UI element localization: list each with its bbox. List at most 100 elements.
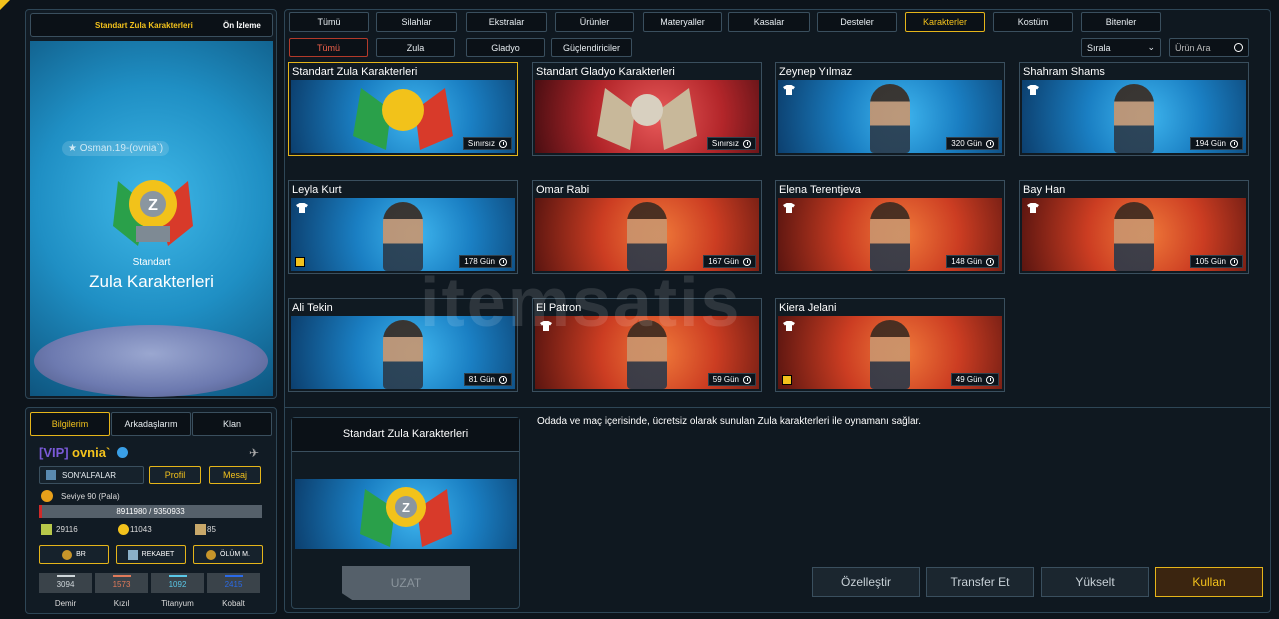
item-name: Standart Gladyo Karakterleri [536,66,675,78]
clock-icon [499,139,507,148]
category-tab[interactable]: Ürünler [555,12,634,32]
clock-icon [743,375,751,384]
action-button[interactable]: Özelleştir [812,567,920,597]
item-image: 178 Gün [291,198,515,271]
material-label: Demir [54,599,77,608]
plane-icon: ✈ [249,446,260,460]
clock-icon [986,139,994,148]
detail-card: Standart Zula Karakterleri Z UZAT [291,417,520,609]
item-image: 320 Gün [778,80,1002,153]
clock-icon [986,257,994,266]
rarity-icon [295,257,305,267]
material-bar [57,575,75,577]
tab-klan[interactable]: Klan [192,412,272,436]
item-card[interactable]: Omar Rabi 167 Gün [532,180,762,274]
token-value: 85 [207,525,216,534]
clan-name[interactable]: SON'ALFALAR [39,466,144,484]
shirt-icon [296,203,308,213]
category-tab[interactable]: Tümü [289,12,369,32]
search-input[interactable]: Ürün Ara [1175,43,1211,53]
material-value: 2415 [224,580,243,589]
character-portrait [870,84,910,153]
profile-panel: Bilgilerim Arkadaşlarım Klan [VIP] ovnia… [25,407,277,614]
shirt-icon [783,321,795,331]
extend-label: UZAT [390,576,422,590]
item-card[interactable]: Zeynep Yılmaz 320 Gün [775,62,1005,156]
item-image: 148 Gün [778,198,1002,271]
category-tab[interactable]: Silahlar [376,12,457,32]
category-tab[interactable]: Karakterler [905,12,985,32]
clock-icon [743,139,751,148]
category-tab[interactable]: Bitenler [1081,12,1161,32]
mode-rekabet[interactable]: REKABET [116,545,186,564]
item-card[interactable]: Elena Terentjeva 148 Gün [775,180,1005,274]
shirt-icon [783,85,795,95]
message-button[interactable]: Mesaj [209,466,261,484]
subcategory-tab[interactable]: Zula [376,38,455,57]
category-tab[interactable]: Desteler [817,12,897,32]
action-button[interactable]: Yükselt [1041,567,1149,597]
sort-dropdown[interactable]: Sırala ⌄ [1081,38,1161,57]
preview-tabs: Standart Zula Karakterleri Ön İzleme [30,13,273,37]
mode-br[interactable]: BR [39,545,109,564]
duration-badge: 320 Gün [946,137,999,150]
material-bar [169,575,187,577]
character-portrait [1114,202,1154,271]
tab-bilgilerim[interactable]: Bilgilerim [30,412,110,436]
shirt-icon [783,203,795,213]
duration-badge: 59 Gün [707,373,756,386]
material-value: 1573 [112,580,131,589]
mode-rekabet-label: REKABET [141,551,175,558]
action-button[interactable]: Transfer Et [926,567,1034,597]
category-tab[interactable]: Kasalar [728,12,810,32]
detail-image: Z [295,479,517,549]
subcategory-tab[interactable]: Tümü [289,38,368,57]
item-card[interactable]: Bay Han 105 Gün [1019,180,1249,274]
item-card[interactable]: Kiera Jelani 49 Gün [775,298,1005,392]
extend-button[interactable]: UZAT [342,566,470,600]
rekabet-icon [127,549,138,560]
material-label: Kobalt [222,599,245,608]
item-card[interactable]: Leyla Kurt 178 Gün [288,180,518,274]
item-card[interactable]: Shahram Shams 194 Gün [1019,62,1249,156]
search-icon [1234,43,1243,52]
duration-text: 81 Gün [468,375,495,384]
character-portrait [870,202,910,271]
watermark: itemsatis [420,263,742,341]
category-tab[interactable]: Ekstralar [466,12,547,32]
item-name: Ali Tekin [292,302,333,314]
category-tab[interactable]: Kostüm [993,12,1073,32]
duration-text: 320 Gün [951,139,982,148]
subcategory-tab[interactable]: Güçlendiriciler [551,38,632,57]
xp-text: 8911980 / 9350933 [116,507,185,516]
preview-stage: ★ Osman.19-(ovnia`) Z Standart Zula Kara… [30,41,273,397]
preview-tab-active[interactable]: Standart Zula Karakterleri [95,21,193,30]
action-button[interactable]: Kullan [1155,567,1263,597]
category-tab[interactable]: Materyaller [643,12,722,32]
duration-text: Sınırsız [467,139,495,148]
preview-subtitle: Standart [132,257,171,268]
item-name: Shahram Shams [1023,66,1105,78]
material-bar [225,575,243,577]
chevron-down-icon: ⌄ [1147,42,1155,52]
item-card[interactable]: Standart Zula Karakterleri Sınırsız [288,62,518,156]
emblem-icon: Z [108,166,198,256]
svg-text:Z: Z [148,197,158,214]
tab-arkadaslarim[interactable]: Arkadaşlarım [111,412,191,436]
item-card[interactable]: Standart Gladyo Karakterleri Sınırsız [532,62,762,156]
rank-icon [41,490,53,502]
mode-olum-label: ÖLÜM M. [220,551,250,558]
clock-icon [986,375,994,384]
br-icon [62,549,73,560]
preview-tab-other[interactable]: Ön İzleme [223,21,261,30]
mode-olum[interactable]: ÖLÜM M. [193,545,263,564]
character-portrait [383,202,423,271]
profile-button[interactable]: Profil [149,466,201,484]
olum-icon [206,549,217,560]
duration-badge: 49 Gün [950,373,999,386]
subcategory-tab[interactable]: Gladyo [466,38,545,57]
item-name: Bay Han [1023,184,1066,196]
clock-icon [1230,257,1238,266]
search-box[interactable]: Ürün Ara [1169,38,1249,57]
preview-panel: Standart Zula Karakterleri Ön İzleme ★ O… [25,9,277,399]
